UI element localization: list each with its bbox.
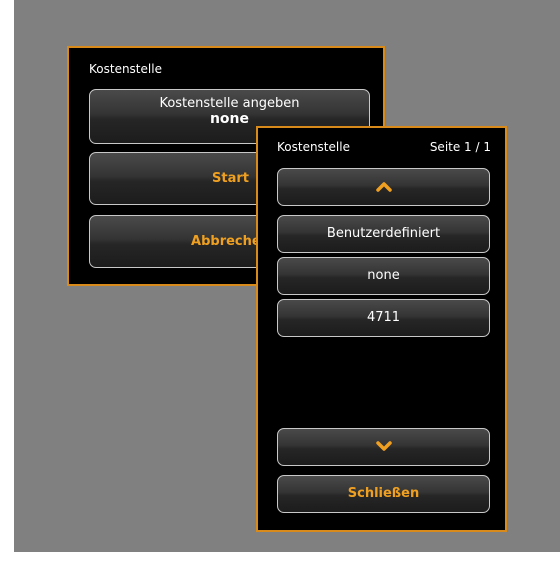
enter-cost-center-label: Kostenstelle angeben: [159, 96, 300, 111]
dialog-title: Kostenstelle: [89, 62, 162, 76]
close-button[interactable]: Schließen: [277, 475, 490, 513]
scroll-down-button[interactable]: [277, 428, 490, 466]
list-item-label: Benutzerdefiniert: [326, 226, 441, 241]
list-item[interactable]: 4711: [277, 299, 490, 337]
list-item[interactable]: Benutzerdefiniert: [277, 215, 490, 253]
chevron-down-icon: [375, 441, 392, 451]
list-item-label: none: [367, 268, 400, 283]
cost-center-value: none: [209, 111, 250, 127]
close-label: Schließen: [347, 486, 420, 501]
cost-center-list-dialog: Kostenstelle Seite 1 / 1 Benutzerdefinie…: [256, 126, 507, 532]
list-item[interactable]: none: [277, 257, 490, 295]
list-dialog-title: Kostenstelle: [277, 140, 350, 154]
bottom-strip: [0, 552, 560, 562]
list-item-label: 4711: [366, 310, 401, 325]
chevron-up-icon: [375, 182, 392, 192]
page-indicator: Seite 1 / 1: [429, 140, 491, 154]
scroll-up-button[interactable]: [277, 168, 490, 206]
